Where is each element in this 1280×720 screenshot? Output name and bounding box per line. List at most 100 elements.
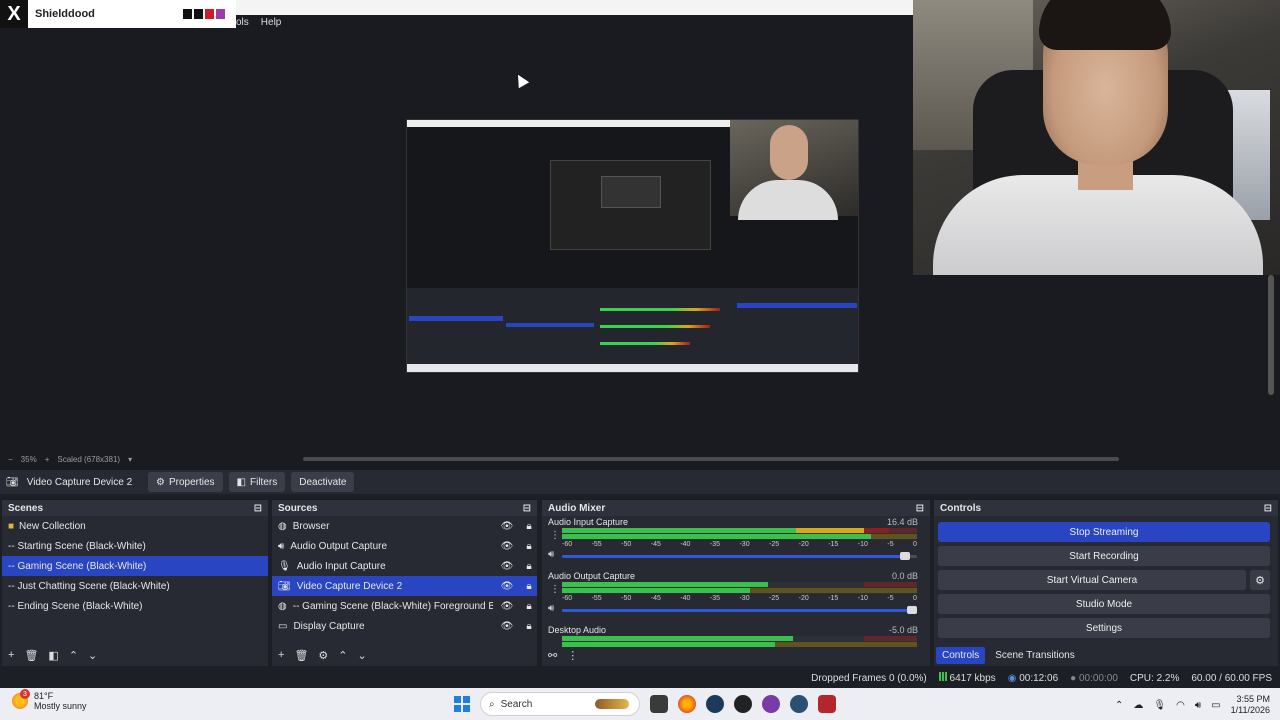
lock-icon[interactable]: 🔒︎ bbox=[521, 581, 537, 592]
sources-dock: Sources ⊟ ◍ Browser 👁︎ 🔒︎ 🔊︎ Audio Output Ca… bbox=[272, 499, 537, 666]
eye-icon[interactable]: 👁︎ bbox=[499, 621, 515, 632]
source-item[interactable]: ◍ -- Gaming Scene (Black-White) Foregroun… bbox=[272, 596, 537, 616]
dock-float-icon[interactable]: ⊟ bbox=[523, 503, 531, 514]
app-icon-purple[interactable] bbox=[762, 695, 780, 713]
task-view-icon[interactable] bbox=[650, 695, 668, 713]
tick-label: -50 bbox=[621, 541, 632, 548]
steam-icon-2[interactable] bbox=[790, 695, 808, 713]
gear-icon[interactable]: ⚙ bbox=[318, 649, 328, 662]
move-up-icon[interactable]: ⌃ bbox=[338, 649, 347, 662]
settings-button[interactable]: Settings bbox=[938, 618, 1270, 638]
source-item[interactable]: 🔊︎ Audio Output Capture 👁︎ 🔒︎ bbox=[272, 536, 537, 556]
source-item-selected[interactable]: 📷︎ Video Capture Device 2 👁︎ 🔒︎ bbox=[272, 576, 537, 596]
tick-label: -25 bbox=[769, 595, 780, 602]
microphone-icon[interactable]: 🎙︎ bbox=[1153, 700, 1166, 711]
scenes-title: Scenes bbox=[8, 502, 44, 514]
eye-icon[interactable]: 👁︎ bbox=[499, 601, 515, 612]
preview-vertical-scrollbar[interactable] bbox=[1268, 275, 1274, 395]
tab-scene-transitions[interactable]: Scene Transitions bbox=[989, 647, 1081, 664]
lock-icon[interactable]: 🔒︎ bbox=[521, 621, 537, 632]
scene-item[interactable]: -- Just Chatting Scene (Black-White) bbox=[2, 576, 268, 596]
taskbar-search[interactable]: ⌕ Search bbox=[480, 692, 640, 716]
more-options-icon[interactable]: ⋮ bbox=[567, 649, 578, 662]
dock-float-icon[interactable]: ⊟ bbox=[1264, 503, 1272, 514]
scene-item[interactable]: ■ New Collection bbox=[2, 516, 268, 536]
deactivate-button[interactable]: Deactivate bbox=[291, 472, 355, 492]
source-item[interactable]: ▭ Display Capture 👁︎ 🔒︎ bbox=[272, 616, 537, 636]
meter-ticks: -60 -55 -50 -45 -40 -35 -30 -25 -20 -15 -10 -5 0 bbox=[562, 541, 917, 548]
speaker-icon[interactable]: 🔊︎ bbox=[1195, 700, 1201, 711]
add-icon[interactable]: + bbox=[8, 649, 14, 661]
scene-item[interactable]: -- Ending Scene (Black-White) bbox=[2, 596, 268, 616]
studio-mode-button[interactable]: Studio Mode bbox=[938, 594, 1270, 614]
zoom-in-icon[interactable]: + bbox=[45, 455, 50, 464]
clock[interactable]: 3:55 PM 1/11/2026 bbox=[1231, 694, 1270, 716]
adobe-icon[interactable] bbox=[818, 695, 836, 713]
scene-item-selected[interactable]: -- Gaming Scene (Black-White) bbox=[2, 556, 268, 576]
zoom-out-icon[interactable]: − bbox=[8, 455, 13, 464]
windows-start-icon[interactable] bbox=[454, 696, 470, 712]
tick-label: -25 bbox=[769, 541, 780, 548]
start-virtual-camera-button[interactable]: Start Virtual Camera bbox=[938, 570, 1246, 590]
preview-canvas[interactable]: X Shielddood ols Help − 35% + Scaled (67… bbox=[0, 0, 1280, 470]
mixer-title: Audio Mixer bbox=[548, 502, 606, 514]
tick-label: -40 bbox=[680, 541, 691, 548]
scale-dropdown-icon[interactable]: ▾ bbox=[128, 455, 132, 464]
properties-button[interactable]: ⚙ Properties bbox=[148, 472, 223, 492]
scene-item[interactable]: -- Starting Scene (Black-White) bbox=[2, 536, 268, 556]
mixer-tracks: Audio Input Capture 16.4 dB ⋮ -60 -55 -50-… bbox=[542, 516, 930, 647]
link-icon[interactable]: ⚯ bbox=[548, 649, 557, 662]
taskbar-center: ⌕ Search bbox=[454, 692, 836, 716]
eye-icon[interactable]: 👁︎ bbox=[499, 581, 515, 592]
move-up-icon[interactable]: ⌃ bbox=[69, 649, 78, 662]
eye-icon[interactable]: 👁︎ bbox=[499, 541, 515, 552]
tick-label: -40 bbox=[680, 595, 691, 602]
obs-icon[interactable] bbox=[734, 695, 752, 713]
speaker-icon[interactable]: 🔊︎ bbox=[548, 603, 554, 614]
lock-icon[interactable]: 🔒︎ bbox=[521, 521, 537, 532]
track-db: 0.0 dB bbox=[891, 571, 918, 581]
add-icon[interactable]: + bbox=[278, 649, 284, 661]
move-down-icon[interactable]: ⌄ bbox=[358, 649, 367, 662]
folder-icon: ■ bbox=[8, 520, 15, 532]
captured-menu: ols Help bbox=[236, 17, 293, 28]
volume-slider[interactable] bbox=[562, 606, 917, 614]
source-item[interactable]: 🎙︎ Audio Input Capture 👁︎ 🔒︎ bbox=[272, 556, 537, 576]
preview-horizontal-scrollbar[interactable] bbox=[303, 457, 1119, 461]
sources-header: Sources ⊟ bbox=[272, 500, 537, 516]
trash-icon[interactable]: 🗑︎ bbox=[24, 649, 38, 662]
speaker-icon[interactable]: 🔊︎ bbox=[548, 549, 554, 560]
dock-float-icon[interactable]: ⊟ bbox=[254, 503, 262, 514]
tick-label: 0 bbox=[913, 595, 917, 602]
lock-icon[interactable]: 🔒︎ bbox=[521, 561, 537, 572]
eye-icon[interactable]: 👁︎ bbox=[499, 561, 515, 572]
trash-icon[interactable]: 🗑︎ bbox=[294, 649, 308, 662]
chevron-up-icon[interactable]: ⌃ bbox=[1115, 700, 1123, 711]
more-options-icon[interactable]: ⋮ bbox=[550, 584, 560, 595]
steam-icon[interactable] bbox=[706, 695, 724, 713]
cloud-icon[interactable]: ☁ bbox=[1133, 700, 1143, 711]
wifi-icon[interactable]: ◠ bbox=[1176, 700, 1185, 711]
volume-slider[interactable] bbox=[562, 552, 917, 560]
broadcast-icon: ◉ bbox=[1007, 672, 1017, 684]
weather-widget[interactable]: 3 81°F Mostly sunny bbox=[12, 689, 87, 711]
filter-icon[interactable]: ◧ bbox=[48, 649, 58, 662]
gear-icon[interactable]: ⚙ bbox=[1250, 570, 1270, 590]
source-item[interactable]: ◍ Browser 👁︎ 🔒︎ bbox=[272, 516, 537, 536]
tab-controls[interactable]: Controls bbox=[936, 647, 986, 664]
dock-float-icon[interactable]: ⊟ bbox=[916, 503, 924, 514]
start-recording-button[interactable]: Start Recording bbox=[938, 546, 1270, 566]
move-down-icon[interactable]: ⌄ bbox=[88, 649, 97, 662]
more-options-icon[interactable]: ⋮ bbox=[550, 530, 560, 541]
scenes-header: Scenes ⊟ bbox=[2, 500, 268, 516]
lock-icon[interactable]: 🔒︎ bbox=[521, 601, 537, 612]
filters-button[interactable]: ◧ Filters bbox=[228, 472, 286, 492]
stop-streaming-button[interactable]: Stop Streaming bbox=[938, 522, 1270, 542]
eye-icon[interactable]: 👁︎ bbox=[499, 521, 515, 532]
filter-icon: ◧ bbox=[236, 476, 246, 488]
record-time: ● 00:00:00 bbox=[1070, 673, 1118, 684]
battery-icon[interactable]: ▭ bbox=[1211, 700, 1220, 711]
firefox-icon[interactable] bbox=[678, 695, 696, 713]
lock-icon[interactable]: 🔒︎ bbox=[521, 541, 537, 552]
bitrate-value: 6417 kbps bbox=[949, 673, 996, 684]
